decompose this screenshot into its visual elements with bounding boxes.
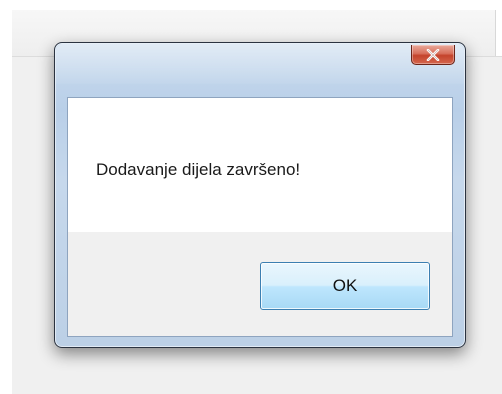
button-area: OK bbox=[68, 232, 452, 336]
message-text: Dodavanje dijela završeno! bbox=[96, 160, 301, 179]
background-window-edge bbox=[495, 10, 502, 56]
close-icon bbox=[426, 48, 440, 61]
message-box-dialog: Dodavanje dijela završeno! OK bbox=[54, 42, 466, 348]
close-button[interactable] bbox=[411, 45, 455, 65]
title-bar[interactable] bbox=[56, 44, 464, 84]
dialog-content: Dodavanje dijela završeno! OK bbox=[67, 97, 453, 337]
message-area: Dodavanje dijela završeno! bbox=[68, 98, 452, 232]
ok-button[interactable]: OK bbox=[260, 262, 430, 310]
